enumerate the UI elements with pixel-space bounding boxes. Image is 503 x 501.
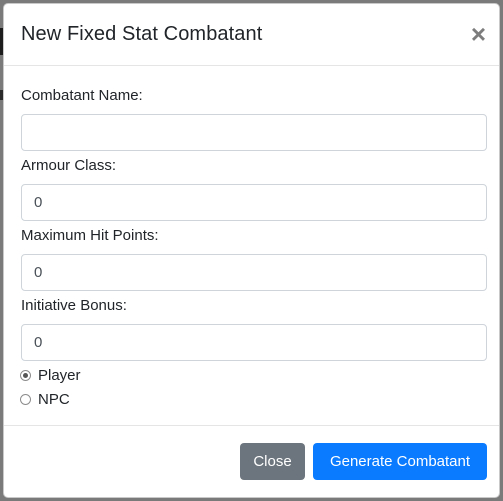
npc-radio-label: NPC [38, 391, 70, 408]
player-radio-label: Player [38, 367, 81, 384]
combatant-name-label: Combatant Name: [21, 87, 143, 104]
dialog-header: New Fixed Stat Combatant × [4, 4, 499, 66]
player-radio-option[interactable]: Player [20, 367, 81, 384]
max-hit-points-label: Maximum Hit Points: [21, 227, 159, 244]
dialog-footer: Close Generate Combatant [4, 425, 499, 497]
initiative-bonus-input[interactable] [21, 324, 487, 361]
npc-radio-option[interactable]: NPC [20, 391, 70, 408]
npc-radio[interactable] [20, 394, 31, 405]
new-combatant-dialog: New Fixed Stat Combatant × Combatant Nam… [3, 3, 500, 498]
close-button[interactable]: Close [240, 443, 305, 480]
combatant-name-input[interactable] [21, 114, 487, 151]
max-hit-points-input[interactable] [21, 254, 487, 291]
generate-combatant-button[interactable]: Generate Combatant [313, 443, 487, 480]
armour-class-label: Armour Class: [21, 157, 117, 174]
close-icon[interactable]: × [471, 21, 486, 47]
armour-class-input[interactable] [21, 184, 487, 221]
player-radio[interactable] [20, 370, 31, 381]
dialog-title: New Fixed Stat Combatant [21, 23, 263, 45]
initiative-bonus-label: Initiative Bonus: [21, 297, 127, 314]
